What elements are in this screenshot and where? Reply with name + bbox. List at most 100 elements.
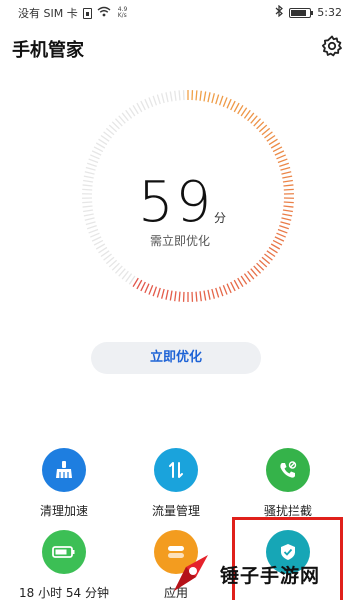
gauge-tick (279, 225, 290, 230)
optimize-button[interactable]: 立即优化 (91, 342, 261, 374)
gauge-tick (144, 98, 150, 109)
gauge-tick (261, 127, 271, 136)
gauge-tick (83, 209, 94, 213)
gauge-tick (125, 109, 133, 119)
gauge-tick (230, 100, 236, 111)
gauge-tick (86, 162, 97, 167)
gauge-tick (105, 256, 115, 265)
gauge-tick (283, 201, 294, 204)
gauge-tick (82, 188, 93, 191)
gauge-tick (84, 217, 95, 221)
gauge-tick (281, 171, 292, 175)
carrier-text: 没有 SIM 卡 (18, 7, 78, 20)
gauge-tick (215, 94, 220, 105)
data-arrows-icon (154, 448, 198, 492)
tool-battery[interactable]: 18 小时 54 分钟 (4, 530, 124, 600)
gauge-tick (237, 104, 244, 115)
bluetooth-icon (275, 4, 284, 20)
gauge-tick (280, 166, 291, 171)
gauge-tick (237, 277, 244, 288)
gauge-tick (136, 279, 143, 290)
gauge-tick (264, 131, 273, 139)
gauge-tick (280, 221, 291, 226)
broom-icon (42, 448, 86, 492)
gauge-tick (100, 134, 110, 142)
watermark-logo-icon (174, 555, 208, 591)
gauge-tick (165, 289, 169, 300)
gauge-tick (215, 287, 220, 298)
status-bar: 没有 SIM 卡 4.9 K/s 5:32 (0, 0, 360, 24)
gauge-tick (103, 131, 112, 139)
battery-icon (42, 530, 86, 574)
gauge-tick (103, 253, 112, 261)
tool-label: 流量管理 (151, 504, 200, 518)
gauge-tick (211, 288, 215, 299)
wifi-icon (97, 6, 111, 20)
tool-block[interactable]: 骚扰拦截 (228, 448, 348, 519)
battery-icon (289, 7, 314, 18)
gauge-tick (174, 291, 177, 302)
gauge-tick (203, 91, 207, 102)
settings-button[interactable] (320, 34, 344, 58)
gauge-tick (148, 97, 154, 107)
gear-icon (321, 35, 342, 57)
gauge-tick (243, 109, 251, 119)
gauge-tick (82, 201, 93, 204)
gauge-tick (83, 179, 94, 183)
gauge-tick (169, 290, 173, 301)
gauge-tick (100, 250, 110, 258)
gauge-tick (268, 138, 278, 146)
gauge-tick (256, 121, 265, 130)
gauge-tick (136, 102, 143, 113)
gauge-tick (156, 94, 161, 105)
gauge-tick (258, 259, 268, 268)
gauge-tick (83, 213, 94, 217)
gauge-tick (264, 253, 273, 261)
gauge-tick (178, 291, 181, 302)
gauge-tick (95, 142, 106, 149)
gauge-tick (281, 217, 292, 221)
gauge-tick (178, 90, 181, 101)
gauge-tick (283, 205, 294, 208)
gauge-tick (128, 275, 136, 285)
gauge-tick (222, 285, 228, 295)
gauge-tick (276, 154, 286, 160)
gauge-tick (240, 275, 248, 285)
gauge-tick (128, 107, 136, 117)
status-left: 没有 SIM 卡 4.9 K/s (18, 5, 127, 21)
gauge-tick (152, 286, 158, 297)
gauge-tick (226, 98, 232, 109)
gauge-tick (226, 283, 232, 294)
gauge-tick (140, 281, 146, 292)
gauge-tick (82, 184, 93, 187)
tool-label: 18 小时 54 分钟 (19, 586, 109, 600)
speed-unit: K/s (117, 12, 127, 19)
gauge-tick (195, 291, 198, 302)
gauge-tick (90, 154, 100, 160)
tool-cleanup[interactable]: 清理加速 (4, 448, 124, 519)
tool-label: 清理加速 (39, 504, 88, 518)
gauge-tick (247, 270, 255, 280)
gauge-tick (222, 97, 228, 107)
tool-data[interactable]: 流量管理 (116, 448, 236, 519)
battery-fill (291, 9, 306, 16)
gauge-tick (266, 250, 276, 258)
gauge-tick (261, 256, 271, 265)
gauge-tick (230, 281, 236, 292)
gauge-tick (84, 171, 95, 175)
gauge-tick (256, 262, 265, 271)
gauge-tick (253, 118, 262, 127)
gauge-tick (93, 146, 104, 153)
gauge-tick (140, 100, 146, 111)
gauge-tick (111, 121, 120, 130)
gauge-tick (195, 90, 198, 101)
gauge-tick (272, 146, 283, 153)
gauge-tick (105, 127, 115, 136)
gauge-tick (114, 265, 123, 274)
gauge-tick (118, 268, 126, 277)
gauge-tick (247, 112, 255, 122)
gauge-tick (199, 90, 202, 101)
gauge-tick (279, 162, 290, 167)
clock: 5:32 (317, 6, 342, 19)
phone-block-icon (266, 448, 310, 492)
